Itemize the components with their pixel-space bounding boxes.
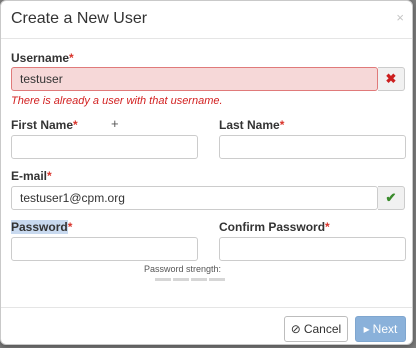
cancel-button-label: Cancel [303,322,342,336]
username-error-icon: ✖ [378,67,405,91]
required-asterisk: * [325,220,330,234]
username-label-text: Username [11,51,70,65]
password-label: Password* [11,220,72,234]
email-label-text: E-mail [11,169,48,183]
password-strength-segment [209,278,225,281]
cancel-icon: ⊘ [290,322,301,336]
next-button-label: Next [372,322,398,336]
password-strength-segment [155,278,171,281]
password-input[interactable] [11,237,198,261]
username-input[interactable]: testuser [11,67,378,91]
password-strength-segment [173,278,189,281]
password-label-text: Password [11,220,68,234]
password-strength-label: Password strength: [144,264,222,274]
required-asterisk: * [47,169,52,183]
email-input[interactable]: testuser1@cpm.org [11,186,378,210]
first-name-label: First Name* [11,118,78,132]
last-name-input[interactable] [219,135,406,159]
password-strength-segment [191,278,207,281]
confirm-password-label-text: Confirm Password [219,220,326,234]
confirm-password-label: Confirm Password* [219,220,330,234]
username-error-message: There is already a user with that userna… [11,95,223,107]
required-asterisk: * [67,220,73,234]
last-name-label-text: Last Name [219,118,280,132]
chevron-right-icon: ▸ [363,322,370,336]
required-asterisk: * [69,51,74,65]
username-label: Username* [11,51,74,65]
last-name-label: Last Name* [219,118,284,132]
create-user-modal: Create a New User × Username* testuser ✖… [0,0,413,345]
cancel-button[interactable]: ⊘ Cancel [284,316,348,342]
crosshair-cursor-icon: + [111,116,119,131]
required-asterisk: * [279,118,285,132]
next-button[interactable]: ▸ Next [355,316,406,342]
footer-divider [1,307,412,308]
modal-title: Create a New User [11,10,148,27]
required-asterisk: * [73,118,78,132]
first-name-input[interactable] [11,135,198,159]
confirm-password-input[interactable] [219,237,406,261]
email-label: E-mail* [11,169,52,183]
close-icon[interactable]: × [396,10,404,25]
email-valid-check-icon: ✔ [378,186,405,210]
first-name-label-text: First Name [11,118,74,132]
modal-header: Create a New User × [1,1,412,39]
